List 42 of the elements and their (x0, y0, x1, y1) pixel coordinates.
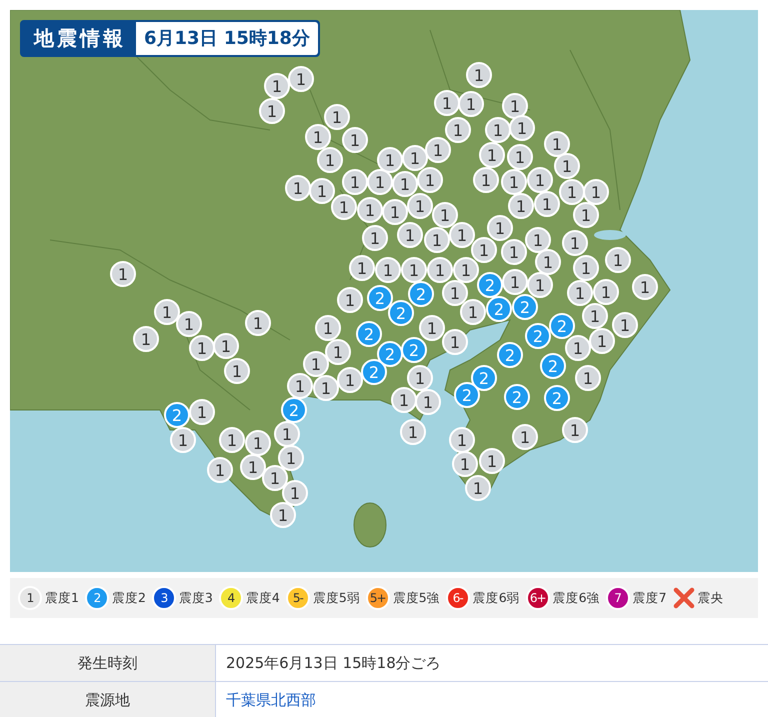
epicenter-link[interactable]: 千葉県北西部 (226, 690, 316, 710)
legend-label: 震度3 (178, 590, 213, 606)
intensity-marker: 2 (454, 382, 480, 408)
intensity-marker: 1 (278, 445, 304, 471)
intensity-marker: 1 (170, 427, 196, 453)
legend-label: 震度6弱 (472, 590, 520, 606)
intensity-dot: 3 (152, 586, 176, 610)
intensity-marker: 1 (562, 417, 588, 443)
header-datetime: 6月13日 15時18分 (136, 22, 318, 55)
intensity-dot: 4 (218, 586, 243, 610)
row-label: 震源地 (0, 682, 216, 717)
intensity-dot: 5- (286, 586, 310, 610)
legend-label: 震度2 (112, 590, 146, 606)
intensity-marker: 1 (207, 457, 233, 483)
intensity-dot: 2 (84, 586, 109, 610)
legend-label: 震度4 (246, 590, 280, 606)
intensity-dot: 7 (606, 586, 630, 610)
legend-label: 震度5弱 (312, 590, 360, 606)
row-label: 発生時刻 (0, 645, 216, 681)
intensity-marker: 1 (400, 419, 426, 445)
intensity-dot: 6+ (526, 586, 550, 610)
intensity-marker: 1 (452, 451, 478, 477)
intensity-marker: 1 (270, 502, 296, 528)
intensity-marker: 1 (449, 427, 475, 453)
x-icon (672, 587, 695, 609)
legend-label: 震度7 (632, 590, 667, 606)
intensity-marker: 1 (415, 389, 441, 415)
intensity-marker: 1 (407, 365, 433, 391)
intensity-marker: 1 (465, 475, 491, 501)
intensity-dot: 5+ (366, 586, 390, 610)
legend-label: 震度6強 (552, 590, 600, 606)
intensity-marker: 2 (281, 397, 307, 423)
legend-label: 震央 (698, 590, 724, 606)
header-title: 地震情報 (32, 25, 127, 52)
intensity-dot: 6- (446, 586, 470, 610)
legend-label: 震度1 (45, 590, 79, 606)
row-value: 2025年6月13日 15時18分ごろ (226, 654, 441, 672)
intensity-marker: 1 (274, 421, 300, 447)
legend-label: 震度5強 (392, 590, 440, 606)
intensity-dot: 1 (18, 586, 42, 610)
intensity-marker: 1 (282, 480, 308, 506)
intensity-marker: 1 (442, 329, 468, 355)
